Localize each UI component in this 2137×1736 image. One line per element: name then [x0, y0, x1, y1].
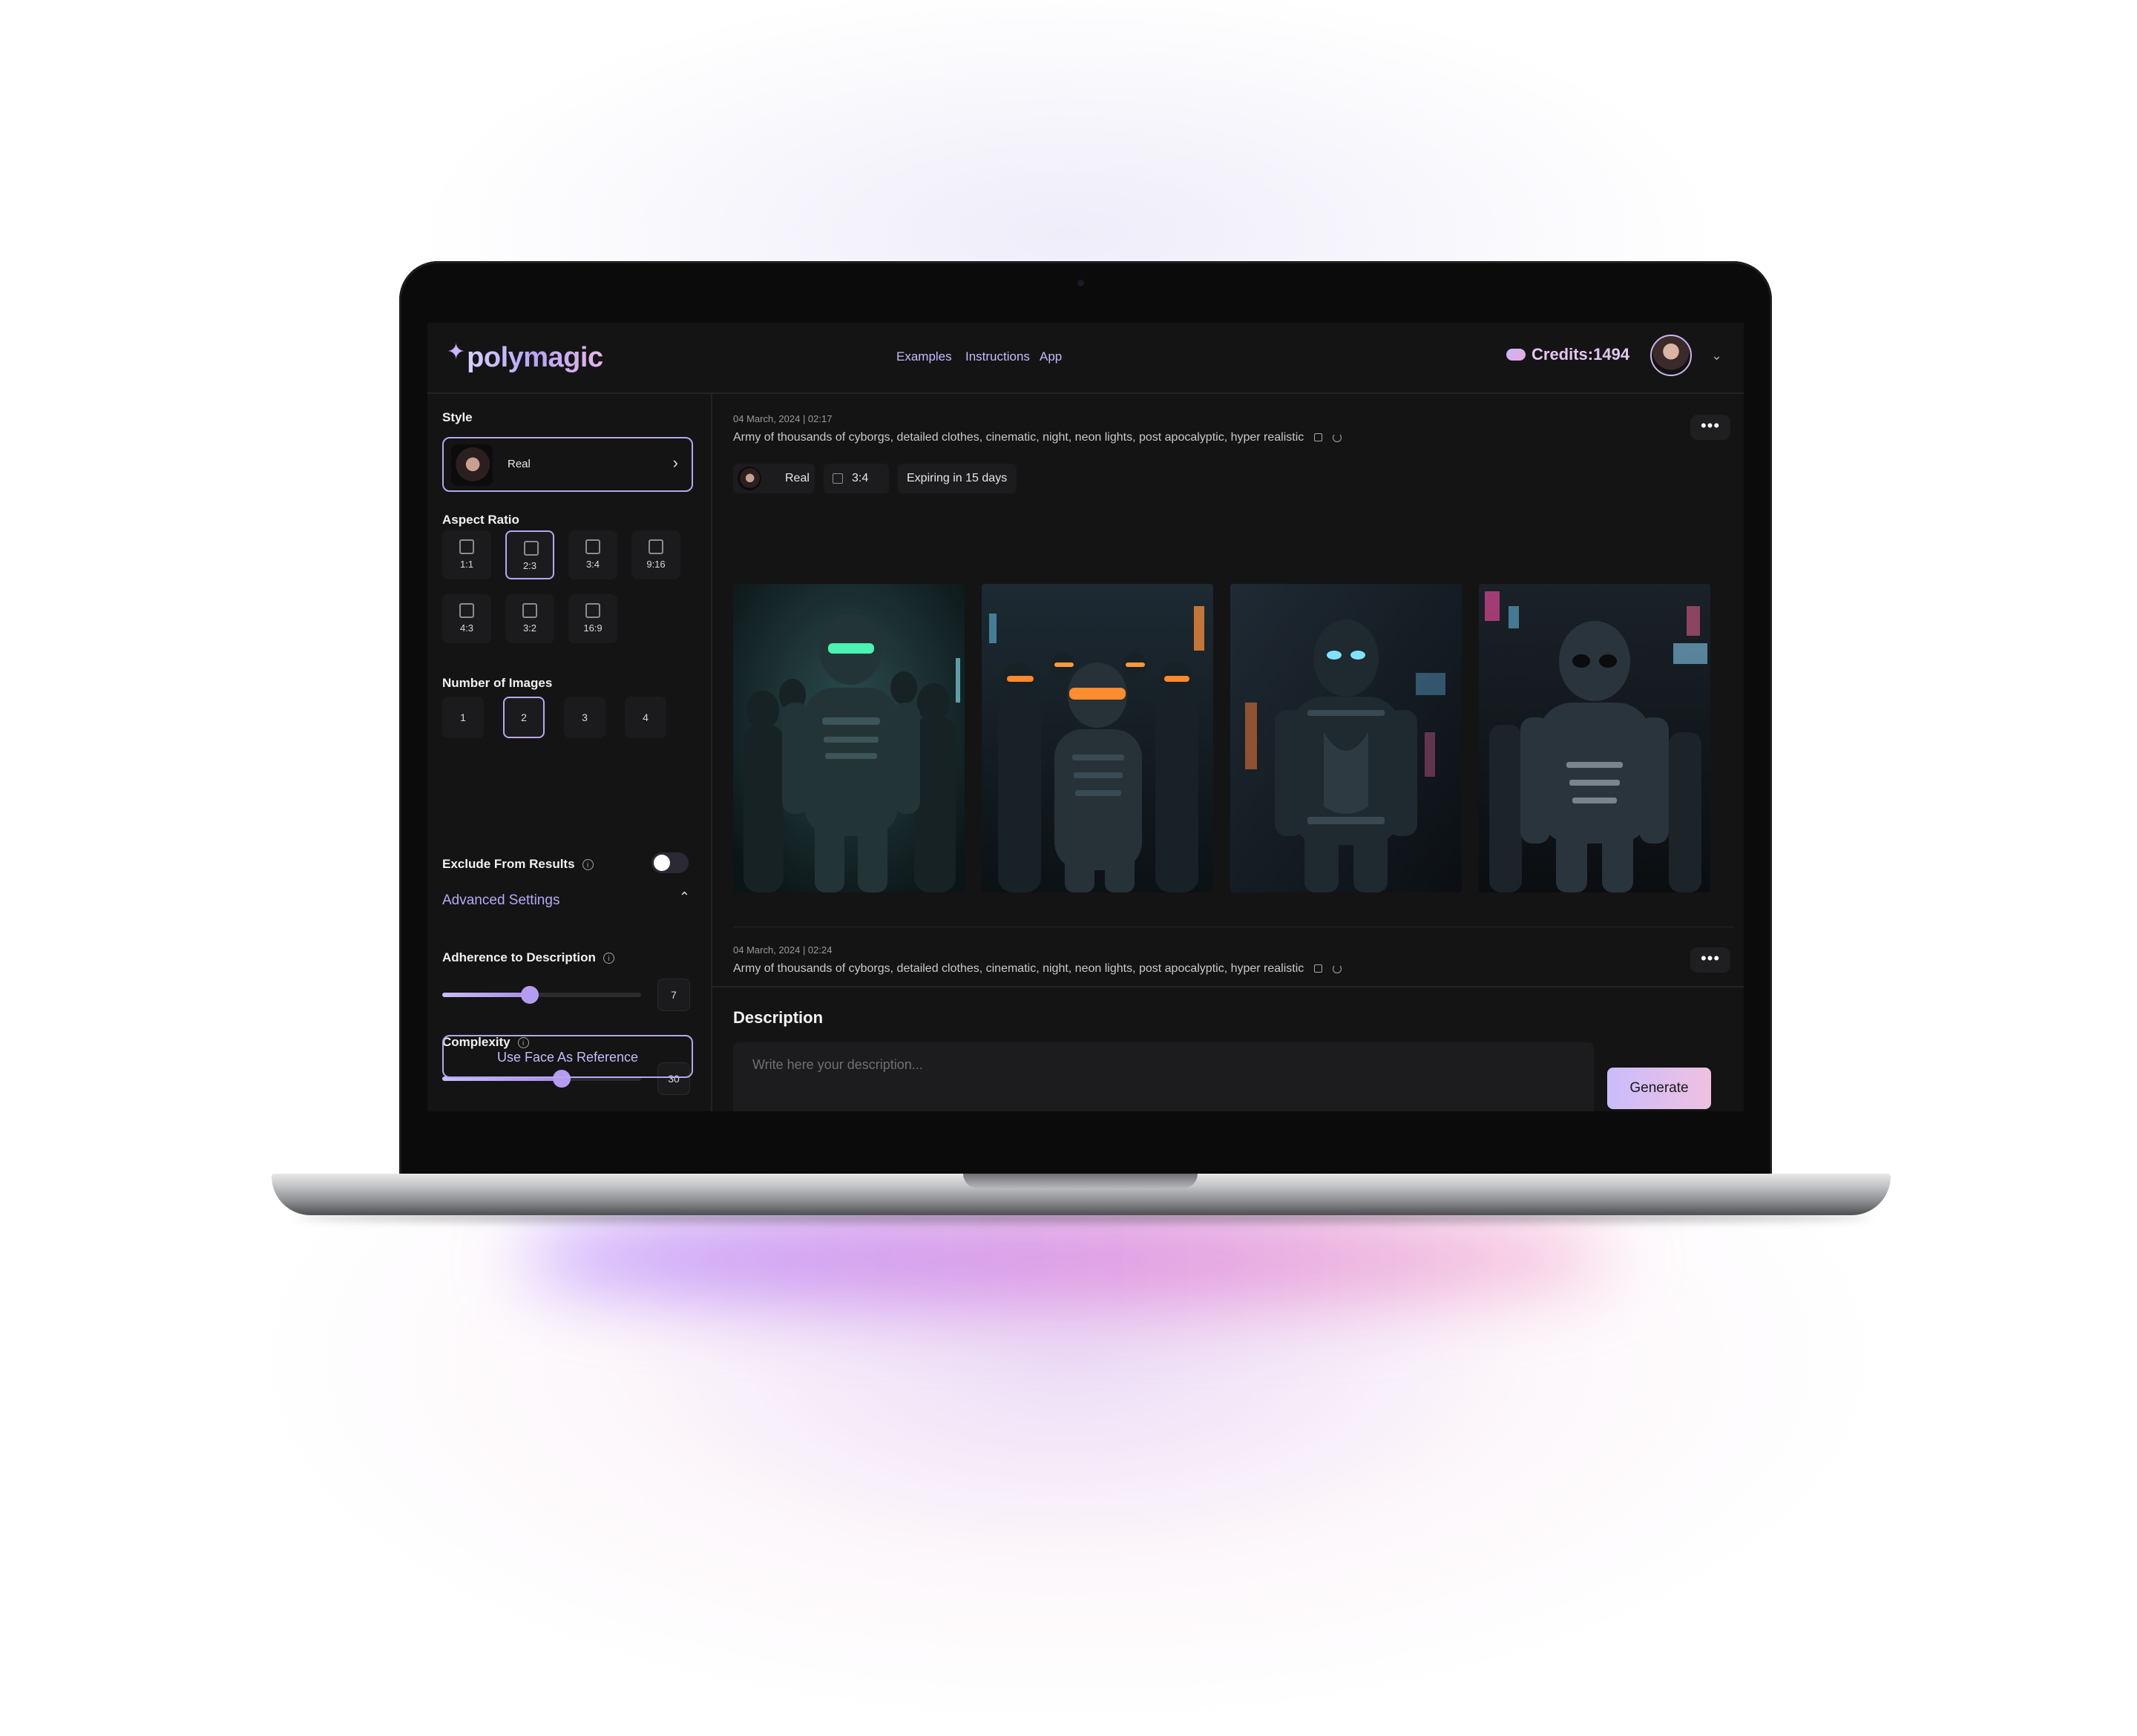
- chevron-right-icon: ›: [672, 453, 678, 472]
- nav-app[interactable]: App: [1040, 349, 1062, 364]
- logo-text: polymagic: [467, 341, 603, 373]
- ratio-icon: [585, 603, 600, 618]
- generation-prompt: Army of thousands of cyborgs, detailed c…: [733, 962, 1342, 976]
- generated-image-3[interactable]: [1230, 584, 1462, 892]
- generated-image-1[interactable]: [733, 584, 965, 892]
- style-value: Real: [508, 458, 531, 470]
- top-bar: ✦ polymagic Examples Instructions App Cr…: [427, 323, 1744, 394]
- camera-dot: [1077, 280, 1084, 286]
- exclude-label-text: Exclude From Results: [442, 857, 575, 871]
- aspect-ratio-option[interactable]: 9:16: [631, 530, 680, 579]
- aspect-ratio-label: 16:9: [583, 622, 603, 634]
- coins-icon: [1506, 349, 1526, 361]
- exclude-toggle[interactable]: [651, 852, 689, 873]
- advanced-settings-label: Advanced Settings: [442, 892, 560, 908]
- tag-ratio-text: 3:4: [852, 472, 869, 484]
- nav-examples[interactable]: Examples: [896, 349, 952, 364]
- aspect-ratio-option[interactable]: 1:1: [442, 530, 491, 579]
- ratio-icon: [459, 603, 474, 618]
- aspect-ratio-label: 3:2: [522, 622, 537, 634]
- aspect-ratio-option[interactable]: 16:9: [568, 594, 617, 643]
- info-icon[interactable]: i: [582, 859, 594, 871]
- aspect-ratio-option[interactable]: 4:3: [442, 594, 491, 643]
- nav-instructions[interactable]: Instructions: [965, 349, 1030, 364]
- more-options-button[interactable]: •••: [1690, 415, 1730, 440]
- laptop-notch: [963, 1174, 1198, 1188]
- ratio-icon: [524, 541, 539, 556]
- generation-prompt-text: Army of thousands of cyborgs, detailed c…: [733, 431, 1304, 444]
- aspect-ratio-option[interactable]: 2:3: [505, 530, 554, 579]
- main-content: 04 March, 2024 | 02:17 Army of thousands…: [712, 392, 1744, 1111]
- toggle-knob: [654, 855, 670, 871]
- number-of-images-option[interactable]: 1: [442, 697, 484, 738]
- aspect-ratio-label: 1:1: [459, 559, 474, 570]
- aspect-ratio-option[interactable]: 3:4: [568, 530, 617, 579]
- adherence-slider-handle[interactable]: [521, 986, 539, 1004]
- copy-icon[interactable]: [1314, 433, 1323, 442]
- description-title: Description: [733, 1008, 824, 1027]
- adherence-slider[interactable]: [442, 986, 641, 1004]
- tag-style: Real: [733, 464, 815, 493]
- tag-expiry: Expiring in 15 days: [898, 464, 1017, 493]
- info-icon[interactable]: i: [603, 953, 614, 964]
- logo[interactable]: ✦ polymagic: [447, 339, 603, 376]
- chevron-down-icon[interactable]: ⌄: [1711, 348, 1722, 364]
- aspect-ratio-label: 3:4: [585, 559, 600, 570]
- use-face-reference-button[interactable]: Use Face As Reference: [442, 1035, 693, 1078]
- generation-prompt-text: Army of thousands of cyborgs, detailed c…: [733, 962, 1304, 975]
- number-of-images-label: Number of Images: [442, 676, 553, 690]
- sidebar: Style Real › Aspect Ratio 1:1 2:3 3:4 9:16 4…: [427, 392, 712, 1111]
- credits-display: Credits:1494: [1506, 345, 1629, 364]
- style-select[interactable]: Real ›: [442, 437, 693, 492]
- ratio-icon: [585, 539, 600, 554]
- tag-expiry-text: Expiring in 15 days: [907, 472, 1008, 484]
- number-of-images-option[interactable]: 3: [564, 697, 605, 738]
- credits-text: Credits:1494: [1532, 345, 1630, 364]
- adherence-slider-fill: [442, 993, 530, 997]
- style-label: Style: [442, 410, 473, 424]
- description-panel: Description Generate: [712, 986, 1744, 1111]
- tag-ratio: 3:4: [824, 464, 889, 493]
- generated-image-4[interactable]: [1479, 584, 1710, 892]
- adherence-label-text: Adherence to Description: [442, 950, 596, 964]
- ratio-icon: [649, 539, 663, 554]
- refresh-icon[interactable]: [1333, 433, 1342, 442]
- style-thumbnail: [738, 467, 761, 490]
- ratio-icon: [459, 539, 474, 554]
- number-of-images-option[interactable]: 2: [503, 697, 545, 738]
- adherence-value[interactable]: 7: [657, 979, 690, 1011]
- description-input[interactable]: [733, 1042, 1594, 1111]
- refresh-icon[interactable]: [1333, 964, 1342, 973]
- ratio-icon: [833, 473, 843, 484]
- generation-timestamp: 04 March, 2024 | 02:17: [733, 413, 833, 424]
- app-screen: ✦ polymagic Examples Instructions App Cr…: [427, 323, 1744, 1111]
- adherence-label: Adherence to Description i: [442, 950, 614, 965]
- copy-icon[interactable]: [1314, 964, 1323, 973]
- aspect-ratio-label: Aspect Ratio: [442, 513, 519, 527]
- generated-image-2[interactable]: [982, 584, 1213, 892]
- avatar[interactable]: [1650, 335, 1692, 376]
- generate-button[interactable]: Generate: [1607, 1068, 1711, 1109]
- advanced-settings-toggle[interactable]: Advanced Settings ⌃: [442, 890, 693, 912]
- aspect-ratio-option[interactable]: 3:2: [505, 594, 554, 643]
- sparkle-icon: ✦: [447, 339, 466, 364]
- generation-timestamp: 04 March, 2024 | 02:24: [733, 944, 833, 956]
- ratio-icon: [522, 603, 537, 618]
- style-thumbnail: [451, 444, 493, 486]
- tag-style-text: Real: [785, 472, 810, 484]
- chevron-up-icon: ⌃: [678, 890, 690, 904]
- generation-prompt: Army of thousands of cyborgs, detailed c…: [733, 431, 1342, 444]
- aspect-ratio-label: 9:16: [646, 559, 666, 570]
- exclude-label: Exclude From Results i: [442, 857, 594, 872]
- aspect-ratio-label: 2:3: [522, 560, 537, 571]
- aspect-ratio-label: 4:3: [459, 622, 474, 634]
- more-options-button[interactable]: •••: [1690, 947, 1730, 973]
- number-of-images-option[interactable]: 4: [625, 697, 666, 738]
